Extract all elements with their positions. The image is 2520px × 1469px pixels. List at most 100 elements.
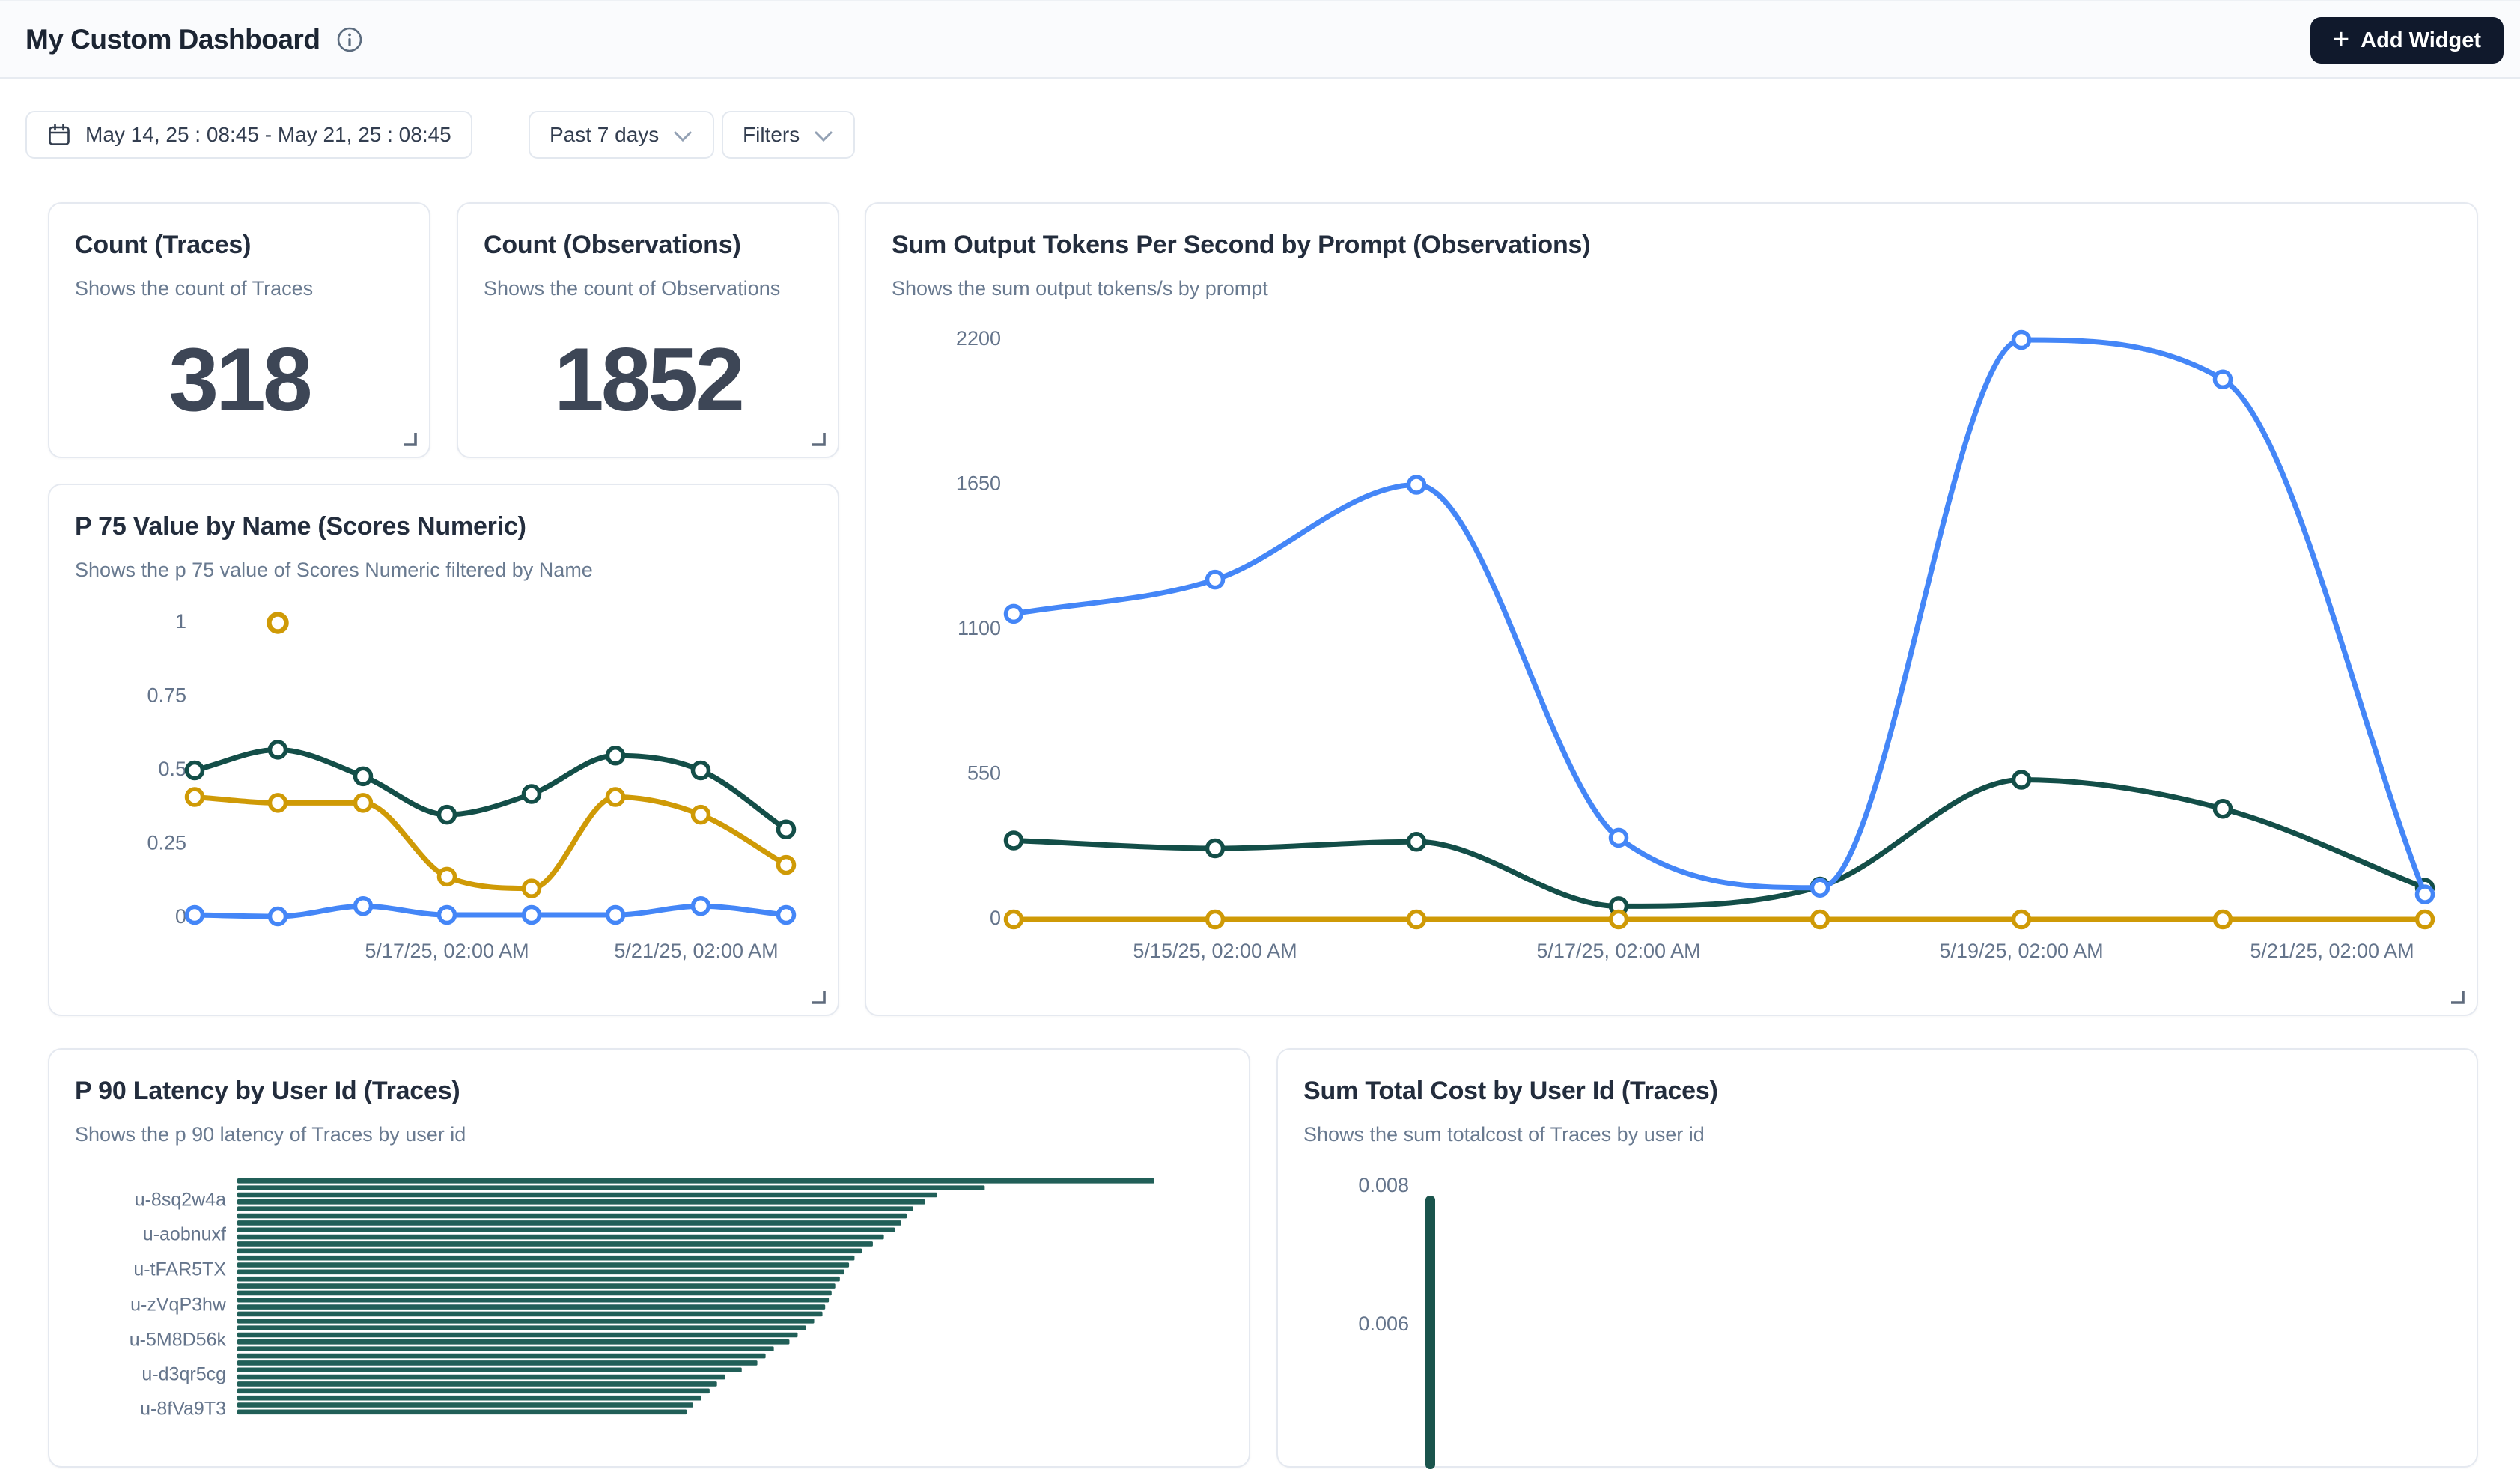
bar[interactable] — [237, 1319, 815, 1324]
bar[interactable] — [237, 1193, 937, 1198]
data-point-blue[interactable] — [524, 907, 540, 923]
widget-title: Count (Observations) — [484, 231, 741, 260]
data-point-teal[interactable] — [608, 748, 624, 764]
bar[interactable] — [237, 1402, 693, 1408]
bar[interactable] — [237, 1214, 907, 1219]
data-point-teal[interactable] — [524, 786, 540, 802]
bar[interactable] — [237, 1360, 758, 1366]
series-line-teal — [1014, 780, 2425, 907]
data-point-blue[interactable] — [187, 907, 203, 923]
date-range-picker[interactable]: May 14, 25 : 08:45 - May 21, 25 : 08:45 — [25, 111, 472, 159]
bar[interactable] — [237, 1277, 840, 1282]
bar[interactable] — [237, 1283, 836, 1289]
data-point-blue[interactable] — [779, 907, 794, 923]
bar[interactable] — [237, 1367, 742, 1372]
data-point-amber[interactable] — [693, 807, 709, 823]
data-point-teal[interactable] — [187, 763, 203, 779]
data-point-teal[interactable] — [439, 807, 455, 823]
y-axis-tick-label: 1100 — [958, 617, 1001, 639]
data-point-teal[interactable] — [1409, 834, 1425, 850]
data-point-blue[interactable] — [1611, 830, 1627, 845]
bar[interactable] — [237, 1178, 1154, 1184]
bar[interactable] — [237, 1270, 844, 1275]
data-point-amber[interactable] — [1409, 912, 1425, 928]
bar[interactable] — [237, 1381, 717, 1387]
data-point-amber[interactable] — [608, 789, 624, 805]
data-point-blue[interactable] — [1813, 880, 1828, 895]
line-chart: 05501100165022005/15/25, 02:00 AM5/17/25… — [866, 204, 2480, 1018]
data-point-teal[interactable] — [356, 768, 371, 784]
data-point-amber[interactable] — [439, 869, 455, 884]
bar[interactable] — [237, 1298, 829, 1303]
bar[interactable] — [237, 1333, 797, 1338]
data-point-amber[interactable] — [2417, 912, 2433, 928]
data-point-blue[interactable] — [439, 907, 455, 923]
data-point-amber[interactable] — [356, 795, 371, 811]
data-point-blue[interactable] — [1409, 477, 1425, 493]
bar[interactable] — [237, 1325, 806, 1330]
data-point-amber[interactable] — [1813, 912, 1828, 928]
bar[interactable] — [237, 1375, 725, 1380]
bar[interactable] — [237, 1256, 854, 1261]
data-point-teal[interactable] — [1006, 833, 1022, 848]
data-point-teal[interactable] — [2215, 801, 2231, 817]
bar[interactable] — [237, 1206, 913, 1211]
data-point-amber[interactable] — [187, 789, 203, 805]
data-point-amber[interactable] — [779, 857, 794, 873]
data-point-amber[interactable] — [2215, 912, 2231, 928]
bar[interactable] — [237, 1220, 901, 1226]
bar[interactable] — [237, 1291, 832, 1296]
bar[interactable] — [237, 1227, 895, 1232]
bar[interactable] — [237, 1199, 925, 1205]
bar[interactable] — [237, 1241, 873, 1247]
bar[interactable] — [237, 1339, 789, 1345]
bar[interactable] — [237, 1185, 984, 1190]
data-point-blue[interactable] — [2014, 332, 2030, 348]
bar[interactable] — [237, 1396, 701, 1401]
data-point-blue[interactable] — [1208, 572, 1223, 588]
data-point-blue[interactable] — [693, 898, 709, 914]
bar[interactable] — [237, 1346, 774, 1351]
data-point-amber[interactable] — [270, 615, 287, 632]
data-point-amber[interactable] — [270, 795, 286, 811]
data-point-teal[interactable] — [270, 742, 286, 758]
resize-corner-icon[interactable] — [401, 430, 419, 448]
data-point-blue[interactable] — [608, 907, 624, 923]
y-axis-tick-label: 0.25 — [147, 832, 186, 854]
chevron-down-icon — [813, 130, 834, 142]
data-point-amber[interactable] — [1006, 912, 1022, 928]
data-point-teal[interactable] — [2014, 772, 2030, 788]
data-point-teal[interactable] — [1208, 841, 1223, 857]
widget-subtitle: Shows the sum totalcost of Traces by use… — [1303, 1123, 1705, 1146]
data-point-blue[interactable] — [356, 898, 371, 914]
add-widget-button[interactable]: + Add Widget — [2310, 17, 2504, 64]
data-point-blue[interactable] — [1006, 606, 1022, 621]
bar[interactable] — [237, 1249, 862, 1254]
add-widget-label: Add Widget — [2361, 28, 2481, 53]
filters-dropdown[interactable]: Filters — [722, 111, 855, 159]
bar[interactable] — [237, 1235, 884, 1240]
bar[interactable] — [237, 1389, 710, 1394]
bar[interactable] — [237, 1262, 849, 1268]
data-point-blue[interactable] — [2215, 371, 2231, 387]
data-point-blue[interactable] — [2417, 886, 2433, 902]
bar[interactable] — [237, 1304, 825, 1310]
time-preset-dropdown[interactable]: Past 7 days — [529, 111, 714, 159]
bar[interactable] — [237, 1354, 766, 1359]
data-point-amber[interactable] — [1611, 912, 1627, 928]
bar[interactable] — [237, 1312, 823, 1317]
resize-corner-icon[interactable] — [809, 988, 827, 1006]
data-point-amber[interactable] — [524, 881, 540, 896]
data-point-teal[interactable] — [779, 821, 794, 837]
widget-title: Sum Total Cost by User Id (Traces) — [1303, 1077, 1718, 1106]
data-point-amber[interactable] — [1208, 912, 1223, 928]
bar[interactable] — [237, 1410, 687, 1415]
data-point-teal[interactable] — [693, 763, 709, 779]
resize-corner-icon[interactable] — [809, 430, 827, 448]
info-icon[interactable] — [336, 26, 363, 53]
data-point-amber[interactable] — [2014, 912, 2030, 928]
bar[interactable] — [1425, 1196, 1435, 1469]
resize-corner-icon[interactable] — [2448, 988, 2466, 1006]
data-point-blue[interactable] — [270, 909, 286, 925]
x-axis-tick-label: 5/21/25, 02:00 AM — [2250, 940, 2414, 962]
